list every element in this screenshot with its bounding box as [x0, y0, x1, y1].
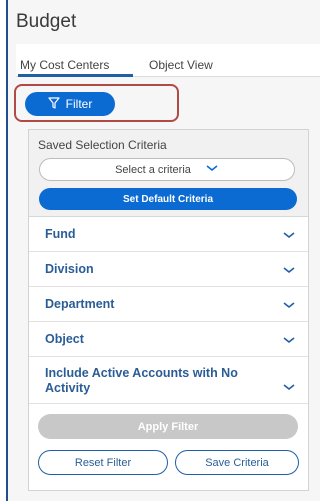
app-title: Budget — [16, 11, 77, 32]
accordion-include-active-accounts[interactable]: Include Active Accounts with No Activity — [29, 357, 308, 404]
criteria-select-value: Select a criteria — [115, 163, 191, 176]
accordion-include-active-accounts-label: Include Active Accounts with No Activity — [45, 366, 238, 395]
save-criteria-button[interactable]: Save Criteria — [175, 450, 299, 475]
accordion-department[interactable]: Department — [29, 287, 308, 322]
tab-bar: My Cost Centers Object View — [16, 44, 320, 77]
chevron-down-icon — [282, 334, 296, 348]
chevron-down-icon — [205, 163, 219, 176]
chevron-down-icon — [282, 229, 296, 243]
saved-selection-label: Saved Selection Criteria — [38, 138, 167, 152]
set-default-criteria-button[interactable]: Set Default Criteria — [39, 188, 297, 210]
accordion-object[interactable]: Object — [29, 322, 308, 357]
accordion-division-label: Division — [45, 262, 94, 276]
reset-filter-button[interactable]: Reset Filter — [38, 450, 168, 475]
filter-panel: Saved Selection Criteria Select a criter… — [28, 129, 309, 491]
accordion-fund[interactable]: Fund — [29, 217, 308, 252]
accordion-division[interactable]: Division — [29, 252, 308, 287]
filter-icon — [48, 96, 60, 112]
apply-filter-button[interactable]: Apply Filter — [38, 414, 298, 439]
accordion-fund-label: Fund — [45, 227, 76, 241]
tab-object-view[interactable]: Object View — [149, 58, 213, 72]
tab-my-cost-centers[interactable]: My Cost Centers — [20, 58, 109, 72]
chevron-down-icon — [282, 299, 296, 313]
accordion-department-label: Department — [45, 297, 115, 311]
criteria-select[interactable]: Select a criteria — [39, 158, 295, 181]
saved-selection-section: Saved Selection Criteria Select a criter… — [29, 130, 308, 217]
filter-button-label: Filter — [65, 97, 93, 111]
active-tab-indicator — [18, 74, 133, 77]
accordion-object-label: Object — [45, 332, 84, 346]
chevron-down-icon — [282, 381, 296, 395]
chevron-down-icon — [282, 264, 296, 278]
filter-button[interactable]: Filter — [25, 92, 115, 116]
